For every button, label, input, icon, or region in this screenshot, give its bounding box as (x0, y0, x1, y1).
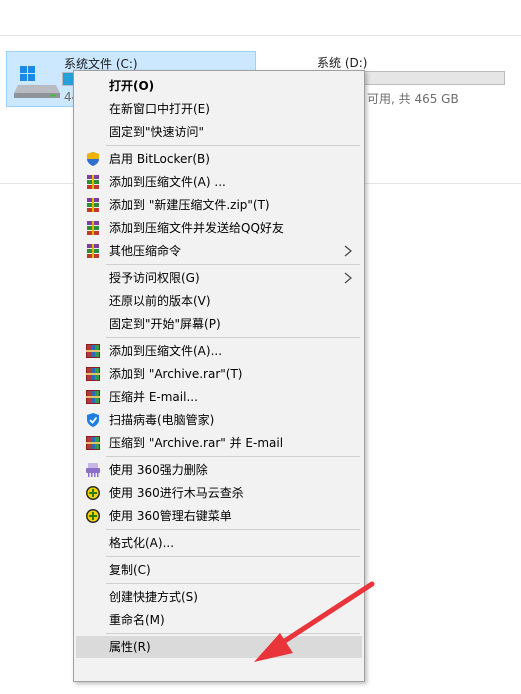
chevron-right-icon (342, 271, 354, 285)
menu-item-label: 创建快捷方式(S) (109, 590, 198, 604)
tencent-shield-icon (85, 412, 101, 428)
drive-d-free-text: 可用, 共 465 GB (367, 92, 459, 106)
menu-item-label: 固定到"快速访问" (109, 125, 205, 139)
menu-item[interactable]: 打开(O) (76, 75, 362, 97)
menu-item-label: 使用 360强力删除 (109, 463, 208, 477)
menu-item[interactable]: 还原以前的版本(V) (76, 290, 362, 312)
menu-item[interactable]: 扫描病毒(电脑管家) (76, 409, 362, 431)
winrar-stack-icon (85, 243, 101, 259)
menu-item[interactable]: 使用 360管理右键菜单 (76, 505, 362, 527)
menu-separator (106, 556, 360, 557)
menu-item-label: 格式化(A)... (109, 536, 175, 550)
menu-item-label: 在新窗口中打开(E) (109, 102, 210, 116)
menu-item[interactable]: 添加到 "新建压缩文件.zip"(T) (76, 194, 362, 216)
menu-item[interactable]: 启用 BitLocker(B) (76, 148, 362, 170)
drive-d-name: 系统 (D:) (317, 56, 368, 70)
menu-separator (106, 529, 360, 530)
menu-separator (106, 264, 360, 265)
menu-item[interactable]: 压缩到 "Archive.rar" 并 E-mail (76, 432, 362, 454)
menu-item-label: 添加到压缩文件(A)... (109, 344, 223, 358)
top-divider (0, 35, 521, 36)
menu-item-label: 添加到 "新建压缩文件.zip"(T) (109, 198, 270, 212)
menu-item[interactable]: 压缩并 E-mail... (76, 386, 362, 408)
hard-drive-icon (14, 66, 60, 98)
menu-item-label: 添加到压缩文件并发送给QQ好友 (109, 221, 284, 235)
menu-item-label: 还原以前的版本(V) (109, 294, 211, 308)
winrar-stack-icon (85, 174, 101, 190)
360-icon (85, 508, 101, 524)
menu-item-label: 打开(O) (109, 79, 155, 93)
menu-item-label: 压缩到 "Archive.rar" 并 E-mail (109, 436, 284, 450)
360-icon (85, 485, 101, 501)
menu-separator (106, 337, 360, 338)
winrar-books-icon (85, 389, 101, 405)
red-arrow-annotation (254, 581, 375, 662)
winrar-books-icon (85, 435, 101, 451)
menu-item-label: 其他压缩命令 (109, 244, 182, 258)
menu-item[interactable]: 使用 360进行木马云查杀 (76, 482, 362, 504)
menu-item-label: 启用 BitLocker(B) (109, 152, 210, 166)
menu-item[interactable]: 格式化(A)... (76, 532, 362, 554)
chevron-right-icon (342, 244, 354, 258)
winrar-books-icon (85, 366, 101, 382)
winrar-stack-icon (85, 197, 101, 213)
menu-item-label: 使用 360进行木马云查杀 (109, 486, 244, 500)
shield-icon (85, 151, 101, 167)
menu-item[interactable]: 添加到 "Archive.rar"(T) (76, 363, 362, 385)
winrar-books-icon (85, 343, 101, 359)
menu-item-label: 扫描病毒(电脑管家) (109, 413, 215, 427)
menu-item-label: 压缩并 E-mail... (109, 390, 198, 404)
menu-item-label: 固定到"开始"屏幕(P) (109, 317, 221, 331)
menu-item-label: 使用 360管理右键菜单 (109, 509, 232, 523)
menu-item[interactable]: 授予访问权限(G) (76, 267, 362, 289)
menu-item-label: 属性(R) (109, 640, 151, 654)
menu-item[interactable]: 使用 360强力删除 (76, 459, 362, 481)
menu-separator (106, 145, 360, 146)
menu-item[interactable]: 固定到"开始"屏幕(P) (76, 313, 362, 335)
menu-item-label: 授予访问权限(G) (109, 271, 200, 285)
menu-item[interactable]: 其他压缩命令 (76, 240, 362, 262)
menu-item[interactable]: 在新窗口中打开(E) (76, 98, 362, 120)
menu-item-label: 重命名(M) (109, 613, 165, 627)
menu-item-label: 添加到压缩文件(A) ... (109, 175, 226, 189)
shredder-icon (85, 462, 101, 478)
menu-item[interactable]: 添加到压缩文件(A) ... (76, 171, 362, 193)
menu-separator (106, 456, 360, 457)
menu-item-label: 复制(C) (109, 563, 151, 577)
winrar-stack-icon (85, 220, 101, 236)
menu-item[interactable]: 固定到"快速访问" (76, 121, 362, 143)
menu-item[interactable]: 添加到压缩文件并发送给QQ好友 (76, 217, 362, 239)
menu-item[interactable]: 添加到压缩文件(A)... (76, 340, 362, 362)
menu-item-label: 添加到 "Archive.rar"(T) (109, 367, 243, 381)
